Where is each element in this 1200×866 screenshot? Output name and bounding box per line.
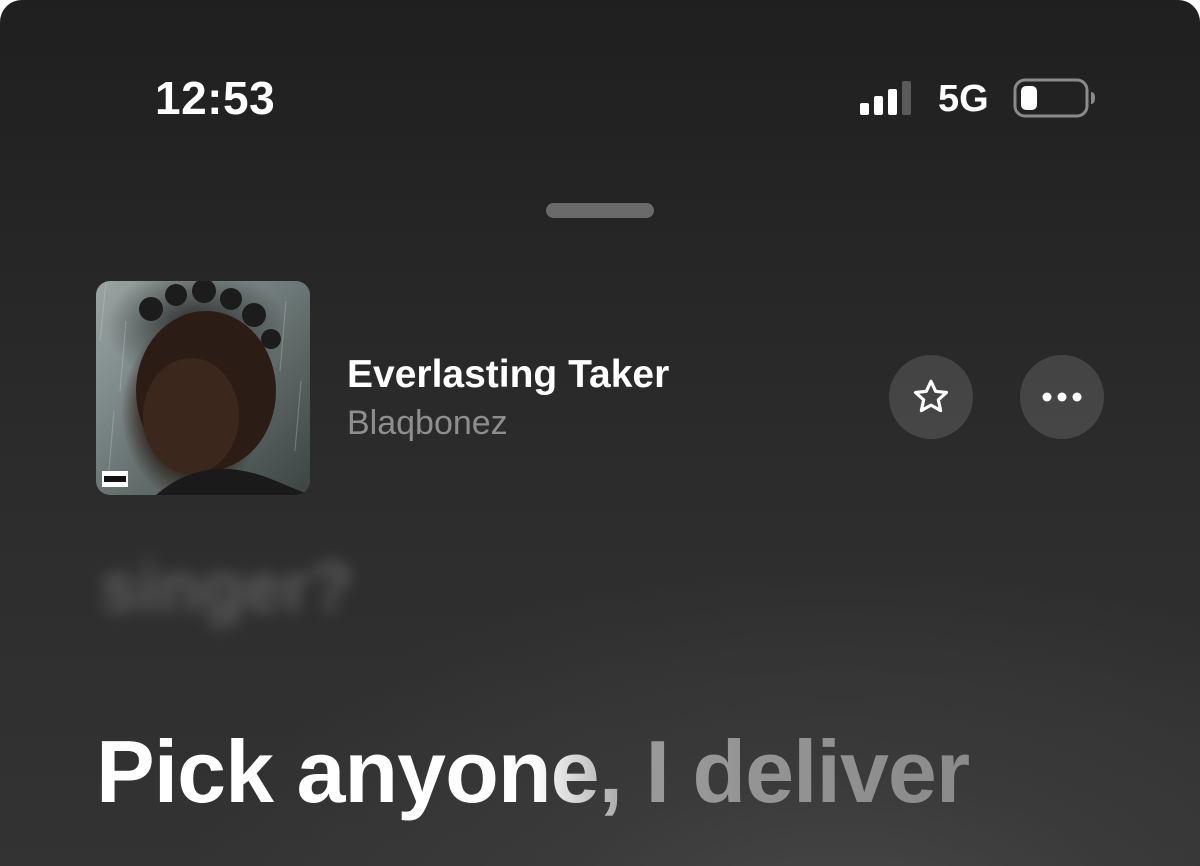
album-art[interactable] (96, 281, 310, 495)
more-options-button[interactable] (1020, 355, 1104, 439)
battery-low-icon (1013, 78, 1095, 118)
status-time: 12:53 (155, 72, 276, 124)
star-icon (913, 379, 949, 413)
album-art-image (99, 281, 310, 495)
track-title[interactable]: Everlasting Taker (347, 352, 669, 398)
network-type-label: 5G (938, 78, 989, 120)
cellular-signal-icon (860, 81, 911, 115)
favorite-button[interactable] (889, 355, 973, 439)
sheet-grabber-handle[interactable] (546, 203, 654, 218)
lyric-line-previous[interactable]: singer? (100, 545, 353, 629)
ellipsis-icon (1042, 392, 1082, 402)
now-playing-screen: 12:53 5G Everlasting Taker Blaqbonez sin… (0, 0, 1200, 866)
lyric-line-current[interactable]: Pick anyone, I deliver (96, 722, 970, 822)
track-artist[interactable]: Blaqbonez (347, 402, 508, 444)
